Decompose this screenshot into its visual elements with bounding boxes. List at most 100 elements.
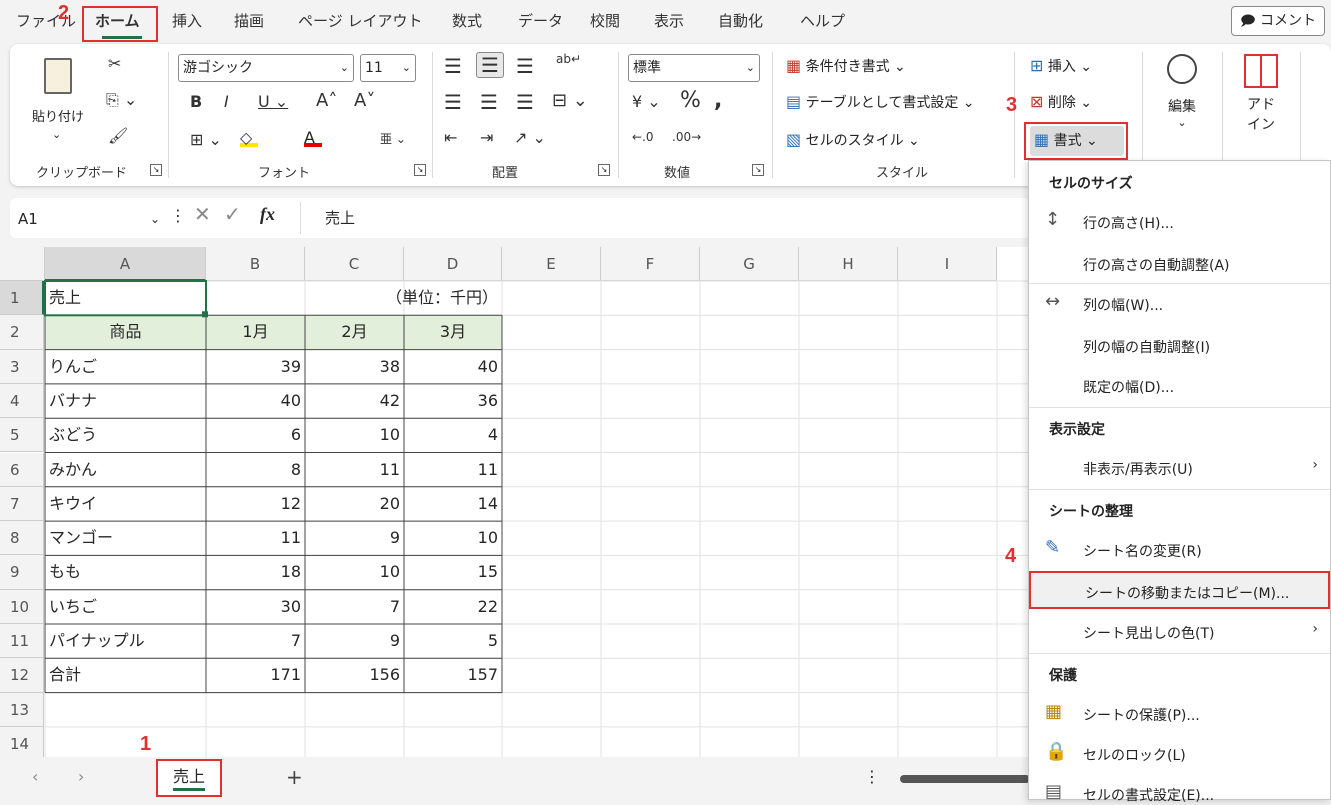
- table-cell[interactable]: 36: [404, 384, 502, 418]
- fill-color-icon[interactable]: ◇: [240, 128, 258, 147]
- table-cell[interactable]: 5: [404, 624, 502, 658]
- font-size-select[interactable]: 11 ⌄: [360, 54, 416, 82]
- decrease-decimal-icon[interactable]: .00→: [672, 130, 701, 144]
- accounting-format-icon[interactable]: ¥ ⌄: [632, 92, 661, 111]
- table-cell[interactable]: 6: [206, 418, 305, 452]
- table-cell[interactable]: 40: [206, 384, 305, 418]
- table-header-cell[interactable]: 1月: [206, 315, 305, 349]
- align-right-icon[interactable]: ☰: [516, 90, 534, 114]
- cut-icon[interactable]: ✂: [108, 54, 121, 73]
- tab-data[interactable]: データ: [518, 10, 563, 31]
- table-cell[interactable]: 11: [206, 521, 305, 555]
- editing-button[interactable]: 編集 ⌄: [1152, 50, 1212, 160]
- table-cell[interactable]: ぶどう: [45, 418, 206, 452]
- table-cell[interactable]: もも: [45, 555, 206, 589]
- comma-icon[interactable]: ,: [714, 88, 722, 113]
- menu-column-autofit[interactable]: 列の幅の自動調整(I): [1083, 337, 1210, 357]
- table-header-cell[interactable]: 商品: [45, 315, 206, 349]
- table-cell[interactable]: 8: [206, 453, 305, 487]
- orientation-icon[interactable]: ↗ ⌄: [514, 128, 546, 147]
- table-cell[interactable]: 7: [206, 624, 305, 658]
- tab-formulas[interactable]: 数式: [452, 10, 482, 31]
- tab-review[interactable]: 校閲: [590, 10, 620, 31]
- table-cell[interactable]: 10: [305, 418, 404, 452]
- table-cell[interactable]: 12: [206, 487, 305, 521]
- bold-icon[interactable]: B: [190, 92, 202, 111]
- table-cell[interactable]: みかん: [45, 453, 206, 487]
- comment-button[interactable]: 🗩 コメント: [1231, 6, 1325, 36]
- table-cell[interactable]: 4: [404, 418, 502, 452]
- format-as-table-button[interactable]: ▤ テーブルとして書式設定 ⌄: [786, 92, 975, 112]
- paste-button[interactable]: 貼り付け ⌄: [26, 54, 90, 154]
- table-cell[interactable]: 30: [206, 590, 305, 624]
- increase-indent-icon[interactable]: ⇥: [480, 128, 493, 147]
- table-cell[interactable]: 10: [404, 521, 502, 555]
- menu-protect-sheet[interactable]: シートの保護(P)...: [1083, 705, 1200, 725]
- menu-row-height[interactable]: 行の高さ(H)...: [1083, 213, 1174, 233]
- font-launcher-icon[interactable]: ↘: [414, 164, 426, 176]
- table-cell[interactable]: 20: [305, 487, 404, 521]
- number-launcher-icon[interactable]: ↘: [752, 164, 764, 176]
- table-cell[interactable]: りんご: [45, 350, 206, 384]
- table-cell[interactable]: 15: [404, 555, 502, 589]
- tab-help[interactable]: ヘルプ: [800, 10, 845, 31]
- table-cell[interactable]: 11: [305, 453, 404, 487]
- table-cell[interactable]: いちご: [45, 590, 206, 624]
- table-header-cell[interactable]: 3月: [404, 315, 502, 349]
- menu-default-width[interactable]: 既定の幅(D)...: [1083, 377, 1174, 397]
- wrap-text-icon[interactable]: ab↵: [556, 52, 581, 66]
- borders-icon[interactable]: ⊞ ⌄: [190, 130, 222, 149]
- cell-styles-button[interactable]: ▧ セルのスタイル ⌄: [786, 130, 920, 150]
- table-cell[interactable]: マンゴー: [45, 521, 206, 555]
- name-box[interactable]: A1 ⌄: [18, 206, 166, 232]
- table-cell[interactable]: 22: [404, 590, 502, 624]
- phonetic-icon[interactable]: 亜 ⌄: [380, 130, 406, 147]
- merge-center-icon[interactable]: ⊟ ⌄: [552, 90, 588, 111]
- alignment-launcher-icon[interactable]: ↘: [598, 164, 610, 176]
- table-cell[interactable]: パイナップル: [45, 624, 206, 658]
- menu-move-copy-sheet[interactable]: シートの移動またはコピー(M)...: [1085, 583, 1289, 603]
- table-cell[interactable]: 14: [404, 487, 502, 521]
- underline-icon[interactable]: U ⌄: [258, 92, 288, 111]
- align-middle-icon[interactable]: ☰: [476, 52, 504, 78]
- italic-icon[interactable]: I: [224, 92, 229, 111]
- tab-insert[interactable]: 挿入: [172, 10, 202, 31]
- format-painter-icon[interactable]: 🖌: [108, 126, 128, 145]
- font-color-icon[interactable]: A: [304, 128, 322, 147]
- cell-unit[interactable]: （単位：千円）: [305, 281, 502, 315]
- table-cell[interactable]: 合計: [45, 658, 206, 692]
- align-top-icon[interactable]: ☰: [444, 54, 462, 78]
- enter-icon[interactable]: ✓: [224, 202, 241, 226]
- table-cell[interactable]: 9: [305, 521, 404, 555]
- table-cell[interactable]: 18: [206, 555, 305, 589]
- tab-home[interactable]: ホーム: [95, 10, 140, 31]
- cell-title[interactable]: 売上: [45, 281, 206, 315]
- table-cell[interactable]: 7: [305, 590, 404, 624]
- scroll-left-icon[interactable]: ‹: [32, 767, 38, 786]
- align-center-icon[interactable]: ☰: [480, 90, 498, 114]
- table-cell[interactable]: 10: [305, 555, 404, 589]
- increase-decimal-icon[interactable]: ←.0: [632, 130, 654, 144]
- cancel-icon[interactable]: ✕: [194, 202, 211, 226]
- format-cells-button[interactable]: ▦ 書式 ⌄: [1030, 126, 1124, 156]
- font-name-select[interactable]: 游ゴシック ⌄: [178, 54, 354, 82]
- tab-page-layout[interactable]: ページ レイアウト: [298, 10, 422, 31]
- insert-cells-button[interactable]: ⊞ 挿入 ⌄: [1030, 56, 1092, 76]
- add-sheet-icon[interactable]: +: [286, 765, 303, 789]
- menu-row-autofit[interactable]: 行の高さの自動調整(A): [1083, 255, 1230, 275]
- table-cell[interactable]: 39: [206, 350, 305, 384]
- more-options-icon[interactable]: ⋮: [864, 767, 880, 786]
- scroll-right-icon[interactable]: ›: [78, 767, 84, 786]
- addins-button[interactable]: アド イン: [1230, 50, 1292, 160]
- menu-rename-sheet[interactable]: シート名の変更(R): [1083, 541, 1202, 561]
- tab-draw[interactable]: 描画: [234, 10, 264, 31]
- table-cell[interactable]: 171: [206, 658, 305, 692]
- decrease-indent-icon[interactable]: ⇤: [444, 128, 457, 147]
- horizontal-scrollbar[interactable]: [900, 775, 1030, 783]
- formula-input[interactable]: 売上: [300, 202, 1030, 234]
- more-options-icon[interactable]: ⋮: [170, 206, 186, 225]
- table-cell[interactable]: 40: [404, 350, 502, 384]
- shrink-font-icon[interactable]: A˅: [354, 90, 375, 111]
- tab-view[interactable]: 表示: [654, 10, 684, 31]
- table-header-cell[interactable]: 2月: [305, 315, 404, 349]
